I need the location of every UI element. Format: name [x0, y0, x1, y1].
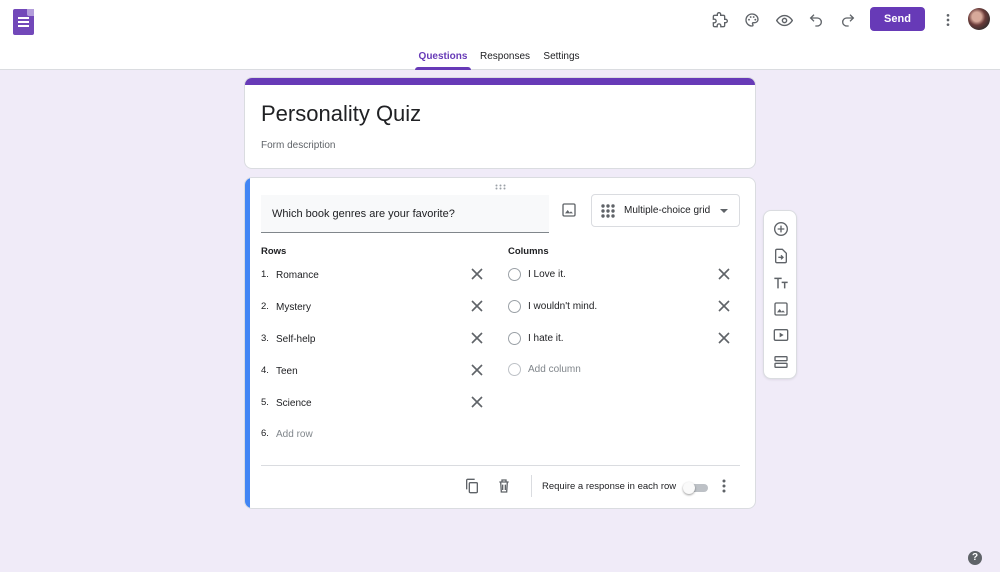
radio-outline-icon [508, 300, 521, 313]
question-more-vert-icon[interactable] [717, 478, 731, 494]
grid-column-item[interactable]: I hate it. [508, 330, 730, 350]
row-label[interactable]: Teen [276, 366, 298, 377]
more-vert-icon[interactable] [936, 8, 960, 32]
grid-row-item[interactable]: 1. Romance [261, 266, 483, 286]
tab-questions[interactable]: Questions [415, 49, 471, 70]
column-label[interactable]: I wouldn't mind. [528, 301, 597, 312]
help-icon[interactable]: ? [968, 551, 982, 565]
remove-row-close-icon[interactable] [470, 363, 484, 377]
radio-outline-icon [508, 332, 521, 345]
remove-row-close-icon[interactable] [470, 395, 484, 409]
radio-outline-icon [508, 363, 521, 376]
tab-bar: Questions Responses Settings [0, 49, 1000, 70]
app-header: Send Questions Responses Settings [0, 0, 1000, 70]
row-number: 3. [261, 333, 269, 344]
duplicate-copy-icon[interactable] [464, 478, 480, 494]
grid-row-item[interactable]: 3. Self-help [261, 330, 483, 350]
add-row-item[interactable]: 6. Add row [261, 425, 483, 445]
rows-heading: Rows [261, 246, 287, 257]
form-title-card: Personality Quiz Form description [244, 77, 756, 169]
row-label[interactable]: Romance [276, 270, 319, 281]
avatar[interactable] [968, 8, 990, 30]
undo-icon[interactable] [804, 8, 828, 32]
send-button[interactable]: Send [870, 7, 925, 31]
add-image-icon[interactable] [773, 301, 789, 317]
grid-column-item[interactable]: I wouldn't mind. [508, 298, 730, 318]
column-label[interactable]: I Love it. [528, 269, 566, 280]
active-card-indicator [245, 178, 250, 508]
add-question-icon[interactable] [773, 221, 789, 237]
delete-trash-icon[interactable] [496, 478, 512, 494]
form-description-field[interactable]: Form description [261, 140, 335, 151]
remove-row-close-icon[interactable] [470, 331, 484, 345]
row-label[interactable]: Mystery [276, 302, 311, 313]
row-number: 1. [261, 269, 269, 280]
require-response-toggle[interactable] [683, 482, 708, 494]
remove-row-close-icon[interactable] [470, 267, 484, 281]
card-footer-divider [261, 465, 740, 466]
columns-heading: Columns [508, 246, 549, 257]
add-section-icon[interactable] [773, 354, 789, 370]
question-type-dropdown[interactable]: Multiple-choice grid [591, 194, 740, 227]
row-number: 4. [261, 365, 269, 376]
add-title-icon[interactable] [773, 275, 789, 291]
footer-vertical-divider [531, 475, 532, 497]
floating-side-toolbar [763, 210, 797, 379]
add-row-label[interactable]: Add row [276, 429, 313, 440]
theme-accent-bar [245, 78, 755, 85]
grid-column-item[interactable]: I Love it. [508, 266, 730, 286]
remove-row-close-icon[interactable] [470, 299, 484, 313]
preview-eye-icon[interactable] [772, 8, 796, 32]
tab-settings[interactable]: Settings [539, 49, 584, 70]
add-column-label[interactable]: Add column [528, 364, 581, 375]
row-number: 5. [261, 397, 269, 408]
chevron-down-icon [720, 209, 728, 213]
add-column-item[interactable]: Add column [508, 361, 730, 381]
import-questions-icon[interactable] [773, 248, 789, 264]
grid-dots-icon [601, 204, 615, 218]
drag-handle-icon[interactable] [495, 183, 506, 192]
toggle-knob [683, 482, 695, 494]
remove-column-close-icon[interactable] [717, 267, 731, 281]
add-image-icon[interactable] [561, 202, 577, 218]
require-response-label: Require a response in each row [542, 481, 677, 492]
row-number: 2. [261, 301, 269, 312]
question-type-label: Multiple-choice grid [624, 205, 711, 216]
palette-icon[interactable] [740, 8, 764, 32]
remove-column-close-icon[interactable] [717, 299, 731, 313]
question-title-input[interactable]: Which book genres are your favorite? [261, 195, 549, 233]
row-label[interactable]: Self-help [276, 334, 315, 345]
grid-row-item[interactable]: 5. Science [261, 394, 483, 414]
tab-responses[interactable]: Responses [477, 49, 533, 70]
grid-row-item[interactable]: 2. Mystery [261, 298, 483, 318]
redo-icon[interactable] [836, 8, 860, 32]
column-label[interactable]: I hate it. [528, 333, 564, 344]
form-title[interactable]: Personality Quiz [261, 101, 421, 127]
remove-column-close-icon[interactable] [717, 331, 731, 345]
add-video-icon[interactable] [773, 327, 789, 343]
question-card[interactable]: Which book genres are your favorite? Mul… [244, 177, 756, 509]
google-forms-logo-icon[interactable] [13, 9, 34, 35]
row-number: 6. [261, 428, 269, 439]
row-label[interactable]: Science [276, 398, 312, 409]
addons-puzzle-icon[interactable] [708, 8, 732, 32]
grid-row-item[interactable]: 4. Teen [261, 362, 483, 382]
radio-outline-icon [508, 268, 521, 281]
